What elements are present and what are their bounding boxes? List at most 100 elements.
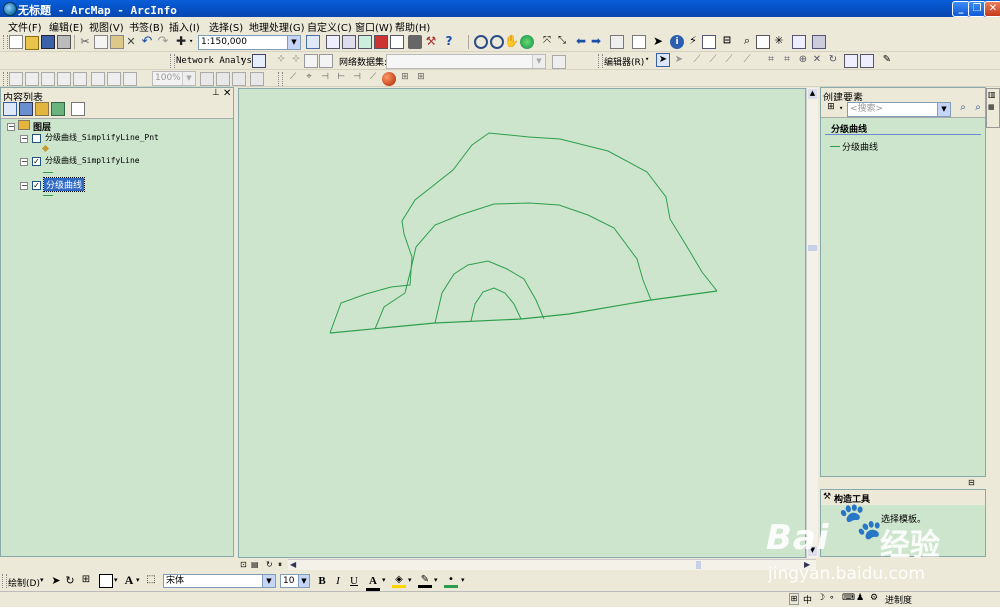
- whats-this-icon[interactable]: ?: [442, 34, 456, 48]
- chevron-down-icon[interactable]: ▾: [461, 576, 465, 584]
- fix-topology-error-icon[interactable]: ⊞: [398, 72, 412, 86]
- reshape-edge-icon[interactable]: ⊢: [334, 72, 348, 86]
- template-search-input[interactable]: <搜索> ▼: [847, 102, 951, 117]
- chevron-down-icon[interactable]: ▼: [262, 575, 275, 587]
- pin-icon[interactable]: ⊥: [212, 88, 220, 98]
- menu-help[interactable]: 帮助(H): [395, 19, 430, 34]
- network-dataset-combo[interactable]: ▼: [386, 54, 546, 69]
- chevron-down-icon[interactable]: ▼: [298, 575, 309, 587]
- pan-hand-icon[interactable]: ✋: [504, 34, 519, 48]
- search-tab-icon[interactable]: ▦: [988, 103, 995, 111]
- identify-icon[interactable]: i: [670, 35, 684, 49]
- network-options-icon[interactable]: [552, 55, 566, 69]
- rectangle-icon[interactable]: [99, 574, 113, 588]
- map-topology-icon[interactable]: ⌖: [302, 72, 316, 86]
- list-by-selection-icon[interactable]: [51, 102, 65, 116]
- toc-window-icon[interactable]: [326, 35, 340, 49]
- new-text-icon[interactable]: A: [122, 573, 136, 587]
- select-move-network-locations-icon[interactable]: ⊹: [289, 54, 303, 68]
- ime-punctuation-icon[interactable]: ∘: [829, 593, 835, 603]
- search-window-icon[interactable]: [358, 35, 372, 49]
- fill-color-icon[interactable]: ◈: [392, 574, 406, 588]
- zoom-100-icon[interactable]: [73, 72, 87, 86]
- undo-icon[interactable]: ↶: [140, 34, 154, 49]
- menu-insert[interactable]: 插入(I): [169, 19, 200, 34]
- chevron-down-icon[interactable]: ▾: [434, 576, 438, 584]
- cut-icon[interactable]: ✂: [78, 35, 92, 49]
- menu-geoprocessing[interactable]: 地理处理(G): [249, 19, 305, 34]
- organize-templates-icon[interactable]: ⊞: [824, 102, 838, 116]
- validate-topology-icon[interactable]: [382, 72, 396, 86]
- list-by-drawing-order-icon[interactable]: [3, 102, 17, 116]
- sketch-properties-icon[interactable]: [860, 54, 874, 68]
- scroll-left-icon[interactable]: ◀: [290, 560, 296, 569]
- fixed-zoom-out-icon[interactable]: ⤡: [555, 35, 569, 49]
- menu-file[interactable]: 文件(F): [8, 19, 42, 34]
- copy-icon[interactable]: [94, 35, 108, 49]
- print-icon[interactable]: [57, 35, 71, 49]
- close-button[interactable]: ✕: [984, 1, 1000, 17]
- layer-name-grading-curve[interactable]: 分级曲线: [42, 177, 86, 192]
- chevron-down-icon[interactable]: ▾: [382, 576, 386, 584]
- cut-polygons-icon[interactable]: ⊕: [796, 54, 810, 68]
- find-route-icon[interactable]: [756, 35, 770, 49]
- menu-bookmarks[interactable]: 书签(B): [129, 19, 164, 34]
- close-icon[interactable]: ✕: [223, 88, 231, 99]
- layout-zoom-combo[interactable]: 100% ▼: [152, 71, 196, 86]
- pause-drawing-icon[interactable]: ⏸: [278, 560, 282, 570]
- html-popup-icon[interactable]: [702, 35, 716, 49]
- redo-icon[interactable]: ↷: [156, 34, 170, 49]
- template-item-grading-curve[interactable]: 分级曲线: [842, 140, 878, 153]
- trace-icon[interactable]: ⟋: [722, 54, 736, 68]
- bold-button[interactable]: B: [315, 574, 329, 588]
- chevron-down-icon[interactable]: ▼: [182, 72, 195, 85]
- layer-name-simplifyline-pnt[interactable]: 分级曲线_SimplifyLine_Pnt: [45, 132, 159, 143]
- hammer-icon[interactable]: ⚒: [424, 34, 438, 48]
- split-tool-icon[interactable]: ✕: [810, 54, 824, 68]
- editor-menu[interactable]: 编辑器(R): [604, 55, 644, 68]
- model-builder-icon[interactable]: [408, 35, 422, 49]
- ime-switch-icon[interactable]: ⊞: [789, 593, 799, 605]
- hyperlink-icon[interactable]: ⚡: [686, 34, 700, 48]
- data-view-icon[interactable]: ⊡: [240, 560, 247, 569]
- menu-windows[interactable]: 窗口(W): [355, 19, 393, 34]
- map-vertical-scrollbar[interactable]: ▲ ▼: [806, 88, 818, 558]
- ime-settings-icon[interactable]: ⚙: [870, 593, 878, 603]
- toolbar-grip[interactable]: [3, 35, 8, 49]
- find-binoculars-icon[interactable]: ⌕: [740, 34, 754, 48]
- layer-name-simplifyline[interactable]: 分级曲线_SimplifyLine: [45, 155, 140, 166]
- rotate-element-icon[interactable]: ↻: [63, 574, 77, 588]
- scroll-thumb[interactable]: [808, 245, 817, 251]
- chevron-down-icon[interactable]: ▾: [240, 55, 244, 63]
- open-folder-icon[interactable]: [25, 36, 39, 50]
- chevron-down-icon[interactable]: ▾: [645, 55, 649, 63]
- italic-button[interactable]: I: [331, 574, 345, 588]
- directions-icon[interactable]: [319, 54, 333, 68]
- menu-edit[interactable]: 编辑(E): [49, 19, 83, 34]
- ime-moon-icon[interactable]: ☽: [817, 593, 825, 603]
- fixed-zoom-out-layout-icon[interactable]: [107, 72, 121, 86]
- select-features-icon[interactable]: [610, 35, 624, 49]
- menu-selection[interactable]: 选择(S): [209, 19, 243, 34]
- add-data-dropdown-icon[interactable]: ▾: [189, 37, 193, 45]
- delete-icon[interactable]: ✕: [124, 35, 138, 49]
- list-by-visibility-icon[interactable]: [35, 102, 49, 116]
- fixed-zoom-in-icon[interactable]: ⤧: [540, 35, 554, 49]
- refresh-icon[interactable]: ↻: [266, 560, 273, 569]
- line-color-icon[interactable]: ✎: [418, 574, 432, 588]
- modify-edge-icon[interactable]: ⊣: [350, 72, 364, 86]
- paste-icon[interactable]: [110, 35, 124, 49]
- zoom-to-selected-icon[interactable]: ⊞: [79, 574, 93, 588]
- chevron-down-icon[interactable]: ▼: [532, 55, 545, 68]
- new-document-icon[interactable]: [9, 35, 23, 49]
- ime-user-icon[interactable]: ♟: [856, 593, 864, 603]
- edit-annotation-icon[interactable]: ➤: [672, 54, 686, 68]
- align-edge-icon[interactable]: ⟋: [366, 72, 380, 86]
- go-back-extent-icon[interactable]: [123, 72, 137, 86]
- fixed-zoom-in-layout-icon[interactable]: [91, 72, 105, 86]
- collapse-layer-icon[interactable]: −: [20, 158, 28, 166]
- edit-vertices-draw-icon[interactable]: ⬚: [144, 574, 158, 588]
- go-to-xy-icon[interactable]: ✳: [772, 34, 786, 48]
- underline-button[interactable]: U: [347, 574, 361, 588]
- collapse-layers-icon[interactable]: −: [7, 123, 15, 131]
